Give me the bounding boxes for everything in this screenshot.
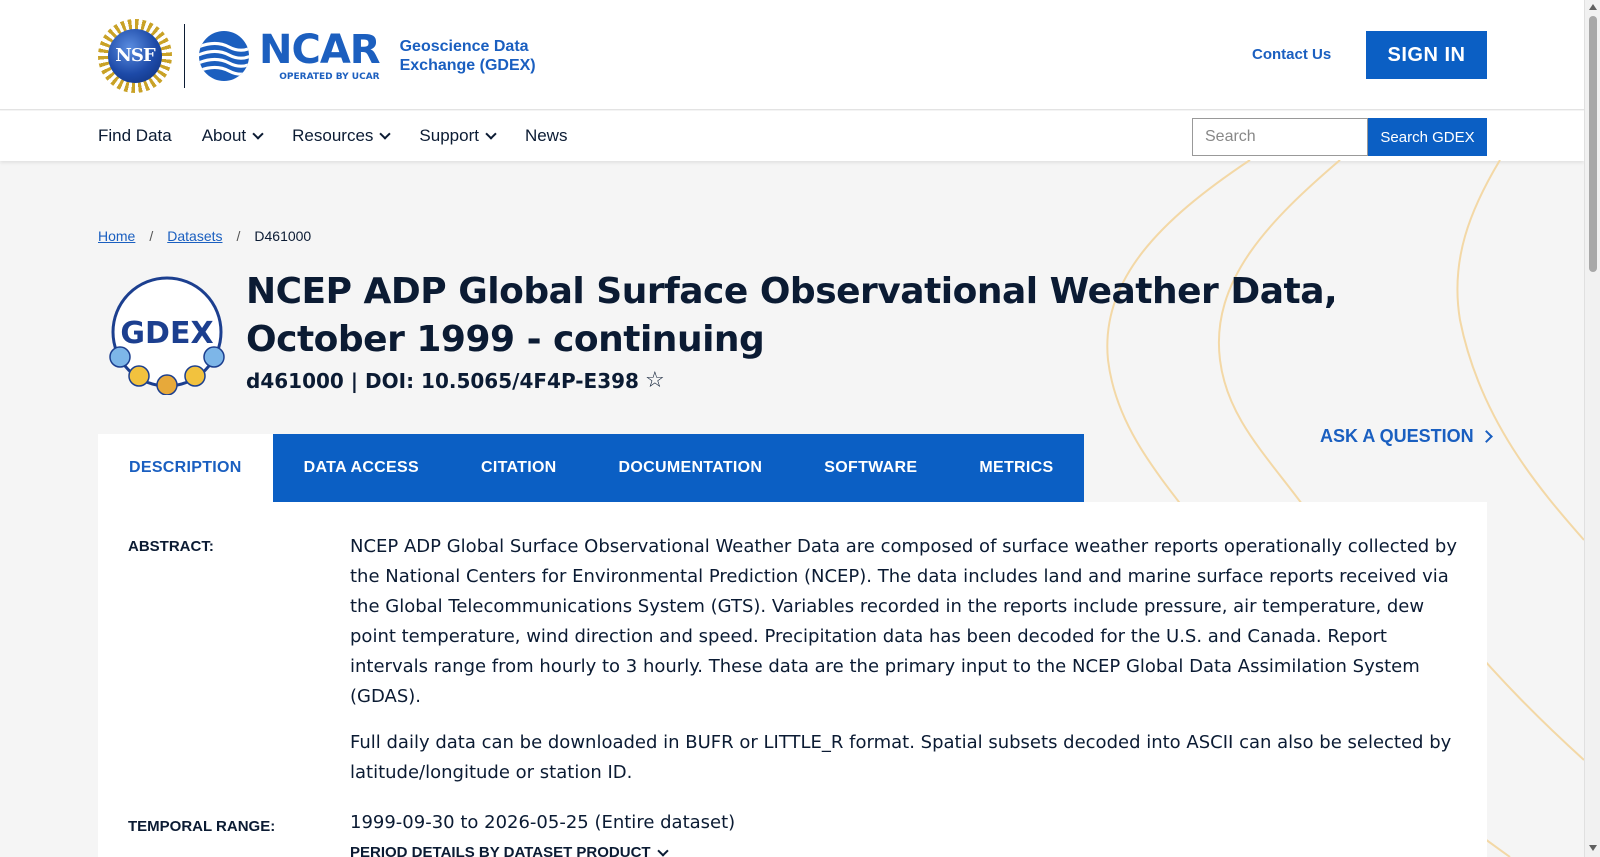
ncar-subtext: OPERATED BY UCAR xyxy=(279,71,380,82)
chevron-down-icon xyxy=(379,128,392,140)
logo-group[interactable]: NSF NCAR OPERATED BY UCAR Geoscience Dat… xyxy=(98,18,536,93)
breadcrumb: Home / Datasets / D461000 xyxy=(98,228,311,244)
gdex-badge-text: GDEX xyxy=(120,316,213,351)
doi-text: d461000 | DOI: 10.5065/4F4P-E398 xyxy=(246,368,639,393)
period-details-toggle[interactable]: PERIOD DETAILS BY DATASET PRODUCT xyxy=(350,844,669,857)
tab-citation[interactable]: CITATION xyxy=(449,434,588,502)
temporal-range-label: TEMPORAL RANGE: xyxy=(128,818,276,835)
search-gdex-button[interactable]: Search GDEX xyxy=(1368,118,1487,156)
abstract-paragraph-2: Full daily data can be downloaded in BUF… xyxy=(350,732,1452,783)
nav-resources[interactable]: Resources xyxy=(292,126,392,146)
ncar-globe-icon xyxy=(199,30,249,81)
dataset-tabs: DESCRIPTION DATA ACCESS CITATION DOCUMEN… xyxy=(98,434,1085,502)
contact-us-link[interactable]: Contact Us xyxy=(1252,46,1331,63)
star-icon[interactable]: ☆ xyxy=(645,368,665,393)
tab-documentation[interactable]: DOCUMENTATION xyxy=(587,434,794,502)
breadcrumb-datasets[interactable]: Datasets xyxy=(167,228,222,244)
site-title[interactable]: Geoscience Data Exchange (GDEX) xyxy=(400,37,536,75)
main-nav: Find Data About Resources Support News S… xyxy=(0,111,1584,161)
ask-question-label: ASK A QUESTION xyxy=(1320,426,1474,446)
page-scrollbar[interactable] xyxy=(1584,0,1600,857)
nsf-globe-icon: NSF xyxy=(108,28,162,83)
dataset-doi: d461000 | DOI: 10.5065/4F4P-E398 ☆ xyxy=(246,368,665,393)
gdex-badge-icon: GDEX xyxy=(109,276,225,395)
period-details-label: PERIOD DETAILS BY DATASET PRODUCT xyxy=(350,844,651,857)
tab-software[interactable]: SOFTWARE xyxy=(793,434,949,502)
temporal-range-value: 1999-09-30 to 2026-05-25 (Entire dataset… xyxy=(350,812,736,833)
chevron-right-icon xyxy=(1479,430,1493,443)
scroll-down-icon[interactable] xyxy=(1589,845,1597,851)
breadcrumb-separator: / xyxy=(236,228,241,244)
nav-items: Find Data About Resources Support News xyxy=(98,111,597,161)
site-header: NSF NCAR OPERATED BY UCAR Geoscience Dat… xyxy=(0,0,1584,110)
tab-data-access[interactable]: DATA ACCESS xyxy=(272,434,450,502)
abstract-paragraph-1: NCEP ADP Global Surface Observational We… xyxy=(350,536,1457,707)
nav-resources-label: Resources xyxy=(292,126,374,145)
chevron-down-icon xyxy=(252,128,264,140)
tab-description[interactable]: DESCRIPTION xyxy=(98,434,273,502)
search-input[interactable] xyxy=(1192,118,1368,156)
nav-find-data[interactable]: Find Data xyxy=(98,126,172,146)
nav-about-label: About xyxy=(201,126,247,145)
page-title: NCEP ADP Global Surface Observational We… xyxy=(246,271,1338,360)
nav-news[interactable]: News xyxy=(525,126,568,146)
nsf-logo[interactable]: NSF xyxy=(98,18,172,93)
description-panel: ABSTRACT: NCEP ADP Global Surface Observ… xyxy=(98,502,1487,857)
logo-divider xyxy=(184,23,185,88)
site-title-line1: Geoscience Data xyxy=(399,37,529,55)
nav-find-data-label: Find Data xyxy=(98,126,172,145)
nav-support[interactable]: Support xyxy=(419,126,497,146)
ncar-wordmark: NCAR xyxy=(259,26,381,73)
abstract-text: NCEP ADP Global Surface Observational We… xyxy=(350,532,1460,804)
nav-support-label: Support xyxy=(419,126,479,145)
scroll-up-icon[interactable] xyxy=(1589,4,1597,10)
ncar-logo[interactable]: NCAR OPERATED BY UCAR xyxy=(259,26,381,82)
scroll-thumb[interactable] xyxy=(1589,16,1597,272)
breadcrumb-separator: / xyxy=(149,228,154,244)
chevron-down-icon xyxy=(485,128,497,140)
nav-news-label: News xyxy=(524,126,568,145)
sign-in-button[interactable]: SIGN IN xyxy=(1366,31,1487,79)
nav-about[interactable]: About xyxy=(201,126,264,146)
breadcrumb-current: D461000 xyxy=(254,228,312,244)
site-title-line2: Exchange (GDEX) xyxy=(399,56,536,74)
tab-metrics[interactable]: METRICS xyxy=(948,434,1085,502)
chevron-down-icon xyxy=(656,844,669,857)
ask-question-link[interactable]: ASK A QUESTION xyxy=(1320,426,1493,447)
abstract-label: ABSTRACT: xyxy=(128,538,214,555)
breadcrumb-home[interactable]: Home xyxy=(98,228,135,244)
